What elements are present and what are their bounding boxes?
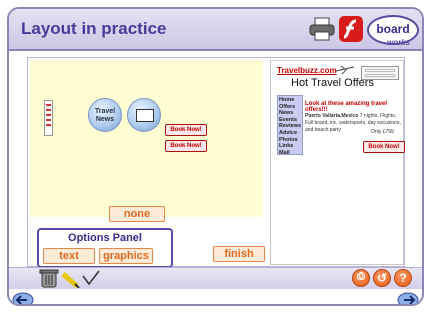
poster-thumbnail[interactable] bbox=[44, 100, 53, 136]
print-button[interactable]: ⎙ bbox=[352, 269, 370, 287]
globe-label-2: News bbox=[95, 116, 115, 123]
site-book-now-button: Book Now! bbox=[363, 141, 405, 153]
graphics-option-button[interactable]: graphics bbox=[99, 248, 153, 264]
nav-bar bbox=[9, 289, 422, 304]
site-nav-item: Offers bbox=[279, 103, 296, 110]
plane-icon bbox=[335, 65, 355, 75]
site-nav-item: Links bbox=[279, 143, 294, 150]
undo-button[interactable]: ↺ bbox=[373, 269, 391, 287]
text-option-button[interactable]: text bbox=[43, 248, 95, 264]
layout-canvas[interactable]: Travel News Book Now! Book Now! bbox=[30, 60, 263, 217]
help-button[interactable]: ? bbox=[394, 269, 412, 287]
finish-button[interactable]: finish bbox=[213, 246, 265, 262]
book-now-button-1[interactable]: Book Now! bbox=[165, 124, 207, 136]
mail-icon[interactable] bbox=[127, 98, 161, 132]
forward-arrow-icon[interactable] bbox=[397, 292, 419, 306]
boardworks-logo: board works bbox=[367, 15, 419, 47]
site-description-bold: Puerto Vallarta,Mexico bbox=[305, 113, 359, 119]
app-frame: Layout in practice board works Travel Ne… bbox=[7, 7, 424, 306]
travel-news-globe[interactable]: Travel News bbox=[88, 98, 122, 132]
back-arrow-icon[interactable] bbox=[12, 292, 34, 306]
site-nav-item: Mail bbox=[279, 149, 290, 156]
undo-icon: ↺ bbox=[376, 271, 388, 285]
site-nav-item: Events bbox=[279, 116, 298, 123]
site-nav-item: Home bbox=[279, 97, 295, 103]
trash-icon[interactable] bbox=[39, 269, 59, 288]
options-panel-title: Options Panel bbox=[68, 232, 142, 244]
globe-label-1: Travel bbox=[94, 108, 116, 115]
website-mockup: Travelbuzz.com Hot Travel Offers Home Of… bbox=[270, 60, 405, 265]
page-title: Layout in practice bbox=[21, 19, 167, 38]
none-button[interactable]: none bbox=[109, 206, 165, 222]
pencil-icon[interactable] bbox=[61, 272, 80, 288]
site-promo: Look at these amazing travel offers!!! bbox=[305, 101, 388, 113]
site-heading: Hot Travel Offers bbox=[291, 77, 374, 89]
drawing-tools bbox=[39, 269, 100, 288]
site-nav: Home Offers News Events Reviews Advice P… bbox=[277, 95, 303, 156]
printer-icon[interactable] bbox=[309, 17, 335, 41]
tick-icon[interactable] bbox=[82, 270, 100, 286]
site-nav-item: Advice bbox=[279, 129, 298, 136]
site-nav-item: News bbox=[279, 110, 294, 117]
envelope-icon bbox=[136, 109, 154, 122]
flash-icon[interactable] bbox=[338, 15, 364, 43]
printer-small-icon: ⎙ bbox=[357, 271, 365, 282]
site-price: Only £799 bbox=[371, 129, 394, 135]
site-nav-item: Photos bbox=[279, 136, 298, 143]
options-panel: Options Panel text graphics bbox=[37, 228, 173, 268]
book-now-button-2[interactable]: Book Now! bbox=[165, 140, 207, 152]
logo-subtext: works bbox=[387, 38, 411, 47]
site-name: Travelbuzz.com bbox=[277, 66, 337, 75]
site-nav-item: Reviews bbox=[279, 123, 302, 130]
header-bar: Layout in practice board works bbox=[9, 9, 422, 51]
